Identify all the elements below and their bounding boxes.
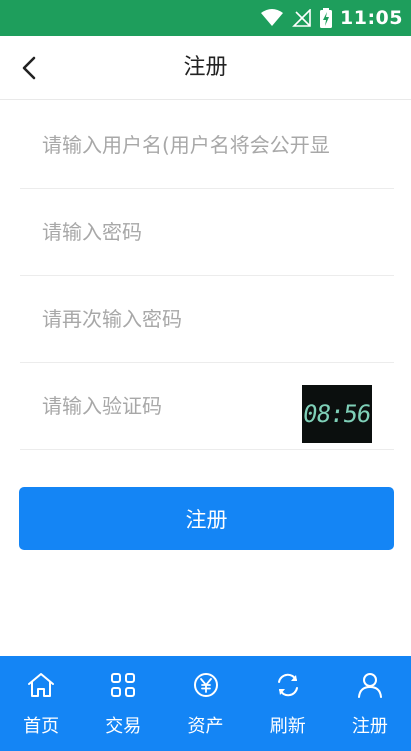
tab-trade[interactable]: 交易 — [82, 656, 164, 751]
page-title: 注册 — [183, 55, 228, 80]
confirm-password-input[interactable] — [20, 299, 394, 339]
no-signal-icon — [292, 9, 312, 27]
tab-label: 刷新 — [269, 716, 306, 737]
register-form: 08:56 — [20, 102, 394, 450]
tab-assets[interactable]: 资产 — [164, 656, 246, 751]
home-icon — [26, 670, 56, 700]
status-bar: 11:05 — [0, 0, 411, 36]
grid-icon — [109, 670, 137, 700]
captcha-image[interactable]: 08:56 — [301, 385, 373, 443]
bottom-tab-bar: 首页 交易 资产 刷新 注册 — [0, 656, 411, 751]
username-input[interactable] — [20, 125, 394, 165]
password-field-row — [20, 189, 394, 276]
yen-coin-icon — [191, 670, 221, 700]
captcha-input[interactable] — [20, 386, 290, 426]
confirm-password-field-row — [20, 276, 394, 363]
captcha-text: 08:56 — [301, 400, 373, 428]
password-input[interactable] — [20, 212, 394, 252]
tab-refresh[interactable]: 刷新 — [247, 656, 329, 751]
tab-home[interactable]: 首页 — [0, 656, 82, 751]
tab-label: 资产 — [187, 716, 224, 737]
captcha-field-row: 08:56 — [20, 363, 394, 450]
refresh-icon — [273, 670, 303, 700]
tab-label: 注册 — [351, 716, 388, 737]
username-field-row — [20, 102, 394, 189]
tab-label: 交易 — [105, 716, 142, 737]
wifi-icon — [260, 9, 284, 27]
status-time: 11:05 — [340, 7, 403, 29]
register-button[interactable]: 注册 — [19, 487, 394, 550]
battery-charging-icon — [320, 8, 333, 28]
user-icon — [356, 670, 384, 700]
tab-label: 首页 — [23, 716, 60, 737]
tab-register[interactable]: 注册 — [329, 656, 411, 751]
app-header: 注册 — [0, 36, 411, 100]
